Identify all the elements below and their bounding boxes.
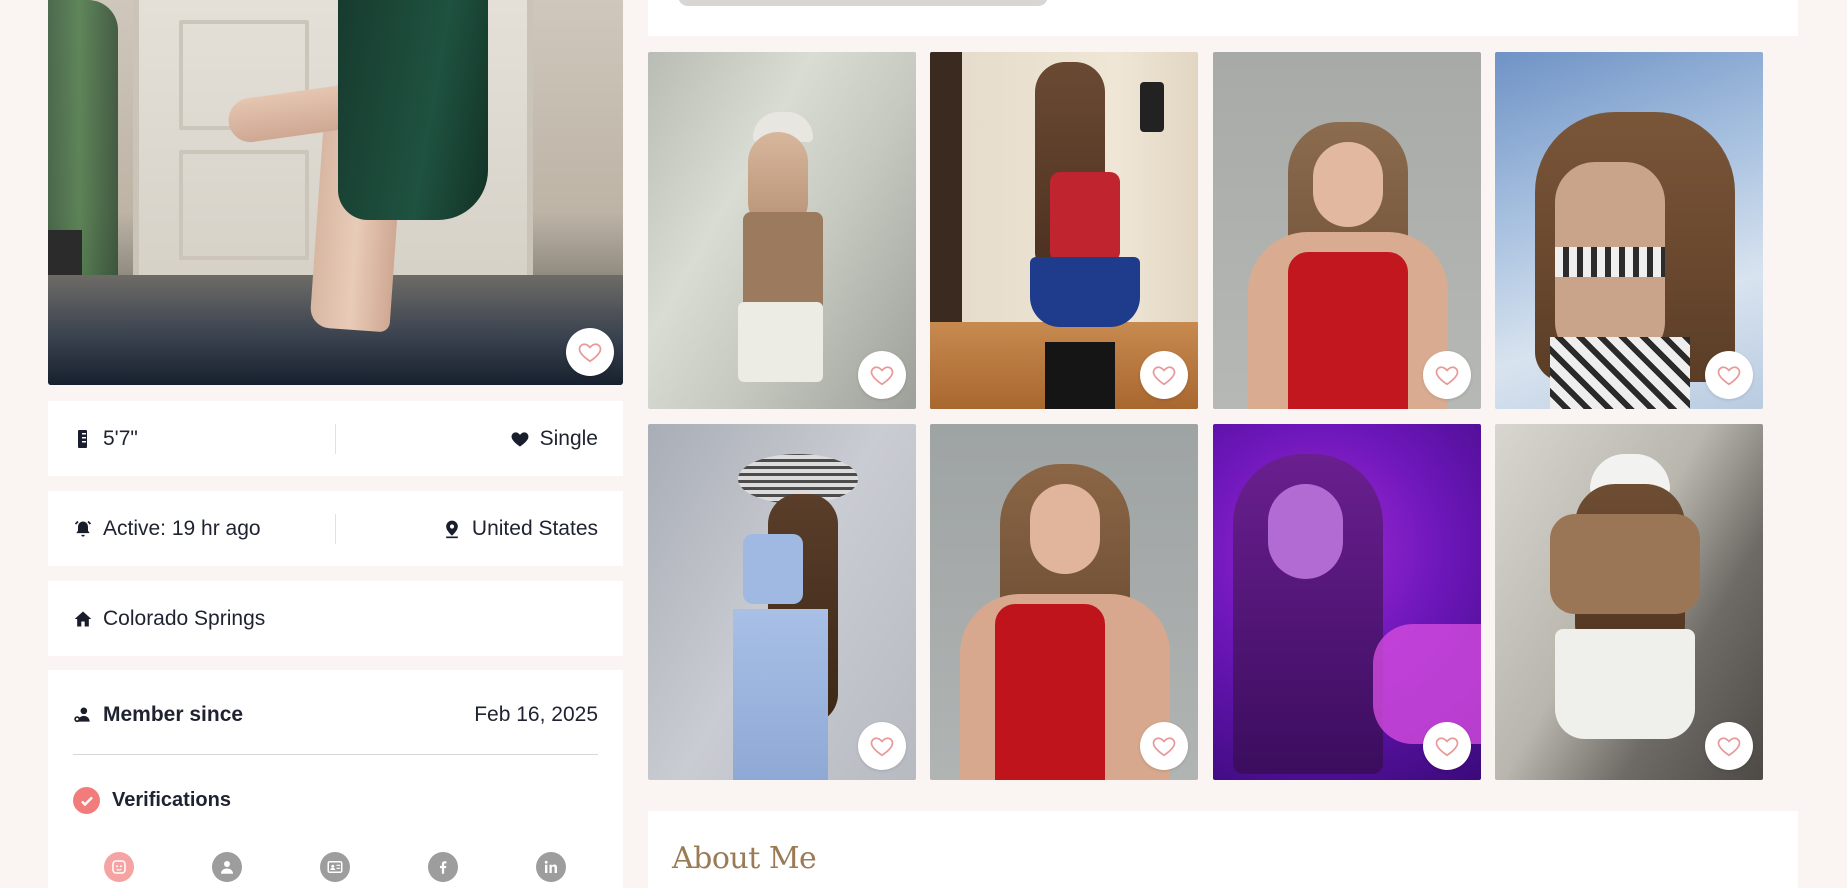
heart-filled-icon	[510, 429, 530, 449]
linkedin-verification-icon[interactable]	[536, 852, 566, 882]
alarm-bell-icon	[73, 519, 93, 539]
city-card: Colorado Springs	[48, 581, 623, 656]
about-me-title: About Me	[672, 841, 817, 876]
height-status-card: 5'7" Single	[48, 401, 623, 476]
photo-bikini-top	[1555, 247, 1665, 277]
photo-tan-top	[1550, 514, 1700, 614]
divider	[73, 754, 598, 755]
gallery-photo-7[interactable]	[1213, 424, 1481, 780]
id-card-verification-icon[interactable]	[320, 852, 350, 882]
activity-location-card: Active: 19 hr ago United States	[48, 491, 623, 566]
verified-check-icon	[73, 787, 100, 814]
photo-door-panel	[179, 150, 309, 260]
gallery-photo-3[interactable]	[1213, 52, 1481, 409]
activity-info: Active: 19 hr ago	[73, 517, 335, 541]
photo-star-skirt	[1030, 257, 1140, 327]
city-info: Colorado Springs	[73, 607, 598, 631]
location-pin-icon	[442, 519, 462, 539]
like-gallery-photo-4-button[interactable]	[1705, 351, 1753, 399]
ruler-icon	[73, 429, 93, 449]
like-gallery-photo-2-button[interactable]	[1140, 351, 1188, 399]
like-gallery-photo-6-button[interactable]	[1140, 722, 1188, 770]
like-gallery-photo-3-button[interactable]	[1423, 351, 1471, 399]
profile-verification-icon[interactable]	[212, 852, 242, 882]
photo-white-shorts	[1555, 629, 1695, 739]
heart-outline-icon	[870, 737, 894, 757]
photo-face	[1313, 142, 1383, 227]
photo-red-top	[995, 604, 1105, 780]
heart-outline-icon	[1717, 366, 1741, 386]
photo-face	[1268, 484, 1343, 579]
photo-white-shorts	[738, 302, 823, 382]
gallery-photo-8[interactable]	[1495, 424, 1763, 780]
photo-neon-glow	[1373, 624, 1481, 744]
heart-outline-icon	[1435, 737, 1459, 757]
height-value: 5'7"	[103, 426, 138, 450]
main-profile-photo[interactable]	[48, 0, 623, 385]
member-since-row: Member since Feb 16, 2025	[73, 700, 598, 730]
verifications-label: Verifications	[112, 789, 231, 811]
gallery-photo-4[interactable]	[1495, 52, 1763, 409]
photo-tan-top	[743, 212, 823, 312]
city-value: Colorado Springs	[103, 606, 266, 630]
photo-bikini-bottom	[1550, 337, 1690, 409]
about-me-section: About Me	[648, 811, 1798, 888]
activity-value: Active: 19 hr ago	[103, 516, 261, 540]
heart-outline-icon	[1152, 737, 1176, 757]
photo-red-top	[1288, 252, 1408, 409]
home-icon	[73, 609, 93, 629]
like-gallery-photo-1-button[interactable]	[858, 351, 906, 399]
country-info: United States	[336, 517, 598, 541]
relationship-info: Single	[336, 427, 598, 451]
gallery-photo-6[interactable]	[930, 424, 1198, 780]
gallery-photo-5[interactable]	[648, 424, 916, 780]
photo-phone	[1140, 82, 1164, 132]
facebook-verification-icon[interactable]	[428, 852, 458, 882]
photo-boots	[1045, 342, 1115, 409]
heart-outline-icon	[1717, 737, 1741, 757]
gallery-photo-1[interactable]	[648, 52, 916, 409]
like-gallery-photo-5-button[interactable]	[858, 722, 906, 770]
like-gallery-photo-8-button[interactable]	[1705, 722, 1753, 770]
heart-outline-icon	[1152, 366, 1176, 386]
member-since-label: Member since	[103, 703, 244, 726]
member-since-date: Feb 16, 2025	[474, 703, 598, 726]
like-gallery-photo-7-button[interactable]	[1423, 722, 1471, 770]
top-pill-button[interactable]	[678, 0, 1048, 6]
country-value: United States	[471, 516, 598, 540]
member-icon	[73, 705, 93, 725]
photo-face	[1030, 484, 1100, 574]
member-since-label-group: Member since	[73, 703, 243, 727]
top-content-panel	[648, 0, 1798, 36]
heart-outline-icon	[1435, 366, 1459, 386]
heart-outline-icon	[578, 343, 602, 363]
relationship-value: Single	[539, 426, 598, 450]
photo-blue-pants	[733, 609, 828, 780]
face-verification-icon[interactable]	[104, 852, 134, 882]
photo-blue-top	[743, 534, 803, 604]
gallery-photo-2[interactable]	[930, 52, 1198, 409]
verifications-heading: Verifications	[73, 787, 598, 814]
like-main-photo-button[interactable]	[566, 328, 614, 376]
photo-red-top	[1050, 172, 1120, 262]
height-info: 5'7"	[73, 427, 335, 451]
photo-green-dress	[338, 0, 488, 220]
heart-outline-icon	[870, 366, 894, 386]
